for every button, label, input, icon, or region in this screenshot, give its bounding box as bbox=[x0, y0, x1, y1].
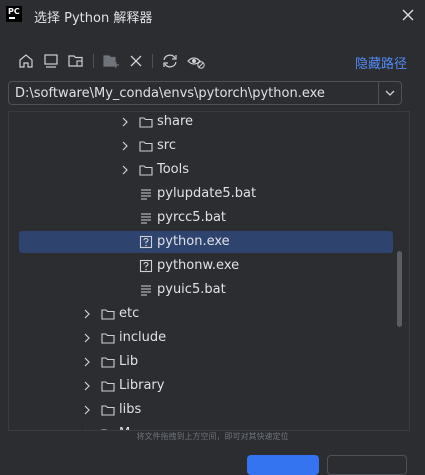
unknown-file-icon bbox=[139, 259, 153, 273]
tree-item-lib[interactable]: Lib bbox=[19, 351, 393, 373]
tree-item-label: pyrcc5.bat bbox=[157, 210, 227, 225]
chevron-right-icon[interactable] bbox=[81, 332, 93, 344]
text-file-icon bbox=[141, 189, 151, 200]
path-combobox bbox=[8, 81, 402, 105]
tree-item-label: include bbox=[119, 330, 167, 345]
toolbar: 隐藏路径 bbox=[0, 48, 425, 74]
text-file-icon bbox=[141, 285, 151, 296]
folder-icon bbox=[101, 381, 115, 392]
dialog-title: 选择 Python 解释器 bbox=[34, 11, 153, 26]
home-button[interactable] bbox=[16, 51, 36, 71]
pycharm-logo-icon: PC bbox=[6, 6, 22, 22]
title-bar: PC 选择 Python 解释器 bbox=[0, 0, 425, 34]
text-file-icon bbox=[141, 213, 151, 224]
project-directory-button[interactable] bbox=[66, 51, 86, 71]
cancel-button[interactable] bbox=[327, 455, 407, 475]
folder-icon bbox=[139, 165, 153, 176]
tree-item-tools[interactable]: Tools bbox=[19, 159, 393, 181]
refresh-icon bbox=[163, 54, 177, 68]
close-button[interactable] bbox=[399, 6, 417, 24]
tree-item-label: share bbox=[157, 114, 194, 129]
delete-button[interactable] bbox=[126, 51, 146, 71]
tree-item-label: Tools bbox=[157, 162, 190, 177]
tree-item-label: pythonw.exe bbox=[157, 258, 240, 273]
tree-item-libs[interactable]: libs bbox=[19, 399, 393, 421]
eye-icon bbox=[187, 57, 205, 69]
close-icon bbox=[402, 9, 414, 21]
folder-icon bbox=[101, 309, 115, 320]
project-folder-icon bbox=[68, 55, 83, 67]
tree-item-label: libs bbox=[119, 402, 142, 417]
tree-item-library[interactable]: Library bbox=[19, 375, 393, 397]
show-hidden-button[interactable] bbox=[186, 51, 206, 71]
folder-icon bbox=[101, 333, 115, 344]
unknown-file-icon bbox=[139, 235, 153, 249]
chevron-right-icon[interactable] bbox=[119, 164, 131, 176]
tree-item-include[interactable]: include bbox=[19, 327, 393, 349]
chevron-right-icon[interactable] bbox=[81, 308, 93, 320]
tree-item-label: pyuic5.bat bbox=[157, 282, 226, 297]
desktop-button[interactable] bbox=[41, 51, 61, 71]
ok-button[interactable] bbox=[247, 455, 319, 475]
tree-item-src[interactable]: src bbox=[19, 135, 393, 157]
path-dropdown-button[interactable] bbox=[378, 82, 401, 104]
tree-item-share[interactable]: share bbox=[19, 112, 393, 133]
folder-icon bbox=[139, 141, 153, 152]
tree-item-python-exe[interactable]: python.exe bbox=[19, 231, 393, 253]
tree-item-label: pylupdate5.bat bbox=[157, 186, 257, 201]
tree-item-label: Library bbox=[119, 378, 165, 393]
hide-path-link[interactable]: 隐藏路径 bbox=[355, 53, 407, 72]
folder-icon bbox=[101, 357, 115, 368]
new-folder-icon bbox=[103, 55, 119, 68]
chevron-down-icon bbox=[385, 90, 395, 96]
chevron-right-icon[interactable] bbox=[81, 404, 93, 416]
tree-item-label: src bbox=[157, 138, 176, 153]
drop-hint: 将文件拖拽到上方空间，即可对其快速定位 bbox=[136, 432, 289, 441]
chevron-right-icon[interactable] bbox=[119, 140, 131, 152]
tree-item-etc[interactable]: etc bbox=[19, 303, 393, 325]
tree-item-pylupdate5[interactable]: pylupdate5.bat bbox=[19, 183, 393, 205]
chevron-right-icon[interactable] bbox=[81, 380, 93, 392]
desktop-icon bbox=[44, 54, 58, 68]
refresh-button[interactable] bbox=[160, 51, 180, 71]
home-icon bbox=[19, 54, 33, 68]
tree-item-label: Lib bbox=[119, 354, 139, 369]
tree-scrollbar[interactable] bbox=[397, 251, 402, 327]
delete-x-icon bbox=[130, 55, 142, 67]
tree-item-label: etc bbox=[119, 306, 140, 321]
path-input[interactable] bbox=[9, 82, 383, 104]
tree-item-m[interactable]: M bbox=[19, 423, 393, 430]
tree-item-pythonw-exe[interactable]: pythonw.exe bbox=[19, 255, 393, 277]
chevron-right-icon[interactable] bbox=[81, 356, 93, 368]
folder-icon bbox=[139, 117, 153, 128]
toolbar-separator bbox=[152, 54, 153, 68]
folder-icon bbox=[101, 405, 115, 416]
file-tree: share src Tools pylupdate5.bat pyrcc5.ba… bbox=[8, 111, 410, 431]
tree-item-pyuic5[interactable]: pyuic5.bat bbox=[19, 279, 393, 301]
toolbar-separator bbox=[93, 54, 94, 68]
new-folder-button[interactable] bbox=[101, 51, 121, 71]
chevron-right-icon[interactable] bbox=[119, 116, 131, 128]
tree-item-pyrcc5[interactable]: pyrcc5.bat bbox=[19, 207, 393, 229]
tree-item-label: python.exe bbox=[157, 234, 230, 249]
